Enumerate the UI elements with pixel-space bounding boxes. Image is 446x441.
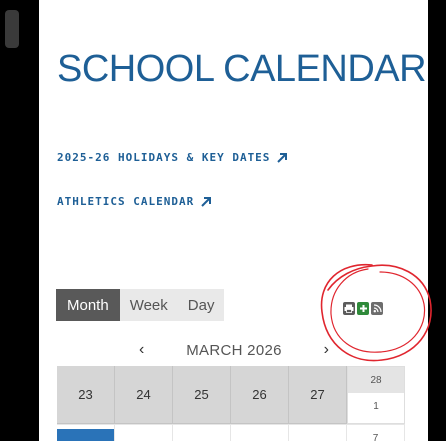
day-cell[interactable]: 27: [289, 366, 347, 424]
day-number: 28: [348, 367, 404, 393]
current-month-label: MARCH 2026: [186, 341, 282, 359]
plus-glyph: [359, 305, 367, 312]
day-cell[interactable]: [57, 424, 115, 441]
print-glyph: [344, 304, 354, 313]
day-cell[interactable]: 23: [57, 366, 115, 424]
next-month-button[interactable]: ›: [324, 341, 329, 359]
rss-icon[interactable]: [371, 302, 383, 315]
external-arrow-icon: [201, 196, 212, 207]
athletics-link[interactable]: ATHLETICS CALENDAR: [57, 195, 212, 208]
day-cell[interactable]: [173, 424, 231, 441]
add-icon[interactable]: [357, 302, 369, 315]
day-cell[interactable]: [231, 424, 289, 441]
day-cell[interactable]: 24: [115, 366, 173, 424]
athletics-link-label: ATHLETICS CALENDAR: [57, 195, 195, 208]
previous-month-button[interactable]: ‹: [139, 341, 144, 359]
external-arrow-icon: [277, 152, 288, 163]
week-view-button[interactable]: Week: [119, 289, 178, 321]
day-cell[interactable]: 25: [173, 366, 231, 424]
page-title: SCHOOL CALENDAR: [57, 48, 427, 90]
event-bar[interactable]: [57, 429, 114, 441]
day-cell[interactable]: [289, 424, 347, 441]
day-view-button[interactable]: Day: [177, 289, 225, 321]
browser-tab-edge: [5, 10, 19, 48]
day-cell[interactable]: [115, 424, 173, 441]
month-view-button[interactable]: Month: [56, 289, 120, 321]
print-icon[interactable]: [343, 302, 355, 315]
calendar-page: SCHOOL CALENDAR 2025-26 HOLIDAYS & KEY D…: [39, 0, 428, 441]
month-navigation: ‹ MARCH 2026 ›: [139, 341, 329, 359]
day-cell[interactable]: 26: [231, 366, 289, 424]
holidays-link-label: 2025-26 HOLIDAYS & KEY DATES: [57, 151, 271, 164]
view-switcher: Month Week Day: [56, 289, 225, 321]
calendar-tools: [343, 302, 383, 315]
current-day-cell[interactable]: 28 1: [347, 366, 405, 424]
rss-glyph: [373, 304, 382, 313]
month-grid: 23 24 25 26 27 28 1 7: [57, 366, 405, 441]
day-number: 1: [373, 401, 379, 412]
day-cell[interactable]: 7: [347, 424, 405, 441]
holidays-link[interactable]: 2025-26 HOLIDAYS & KEY DATES: [57, 151, 288, 164]
